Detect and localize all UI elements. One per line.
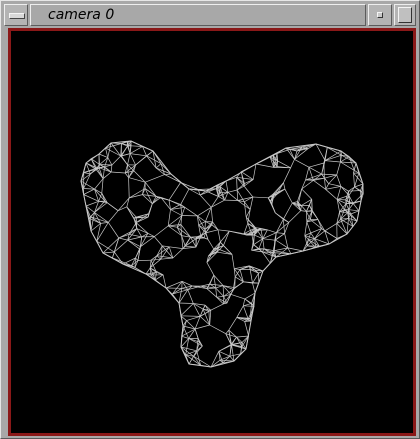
window-title: camera 0 bbox=[48, 7, 115, 23]
minimize-icon bbox=[377, 12, 383, 18]
title-area[interactable]: camera 0 bbox=[30, 4, 366, 26]
window-menu-button[interactable] bbox=[4, 4, 28, 26]
camera-window: camera 0 bbox=[0, 0, 420, 439]
camera-viewport[interactable] bbox=[8, 28, 416, 436]
maximize-icon bbox=[398, 7, 412, 23]
wireframe-mesh bbox=[80, 140, 364, 368]
minimize-button[interactable] bbox=[368, 4, 392, 26]
wireframe-edges bbox=[80, 140, 364, 368]
maximize-button[interactable] bbox=[394, 4, 416, 26]
title-bar[interactable]: camera 0 bbox=[4, 4, 416, 26]
window-menu-icon bbox=[9, 13, 25, 19]
